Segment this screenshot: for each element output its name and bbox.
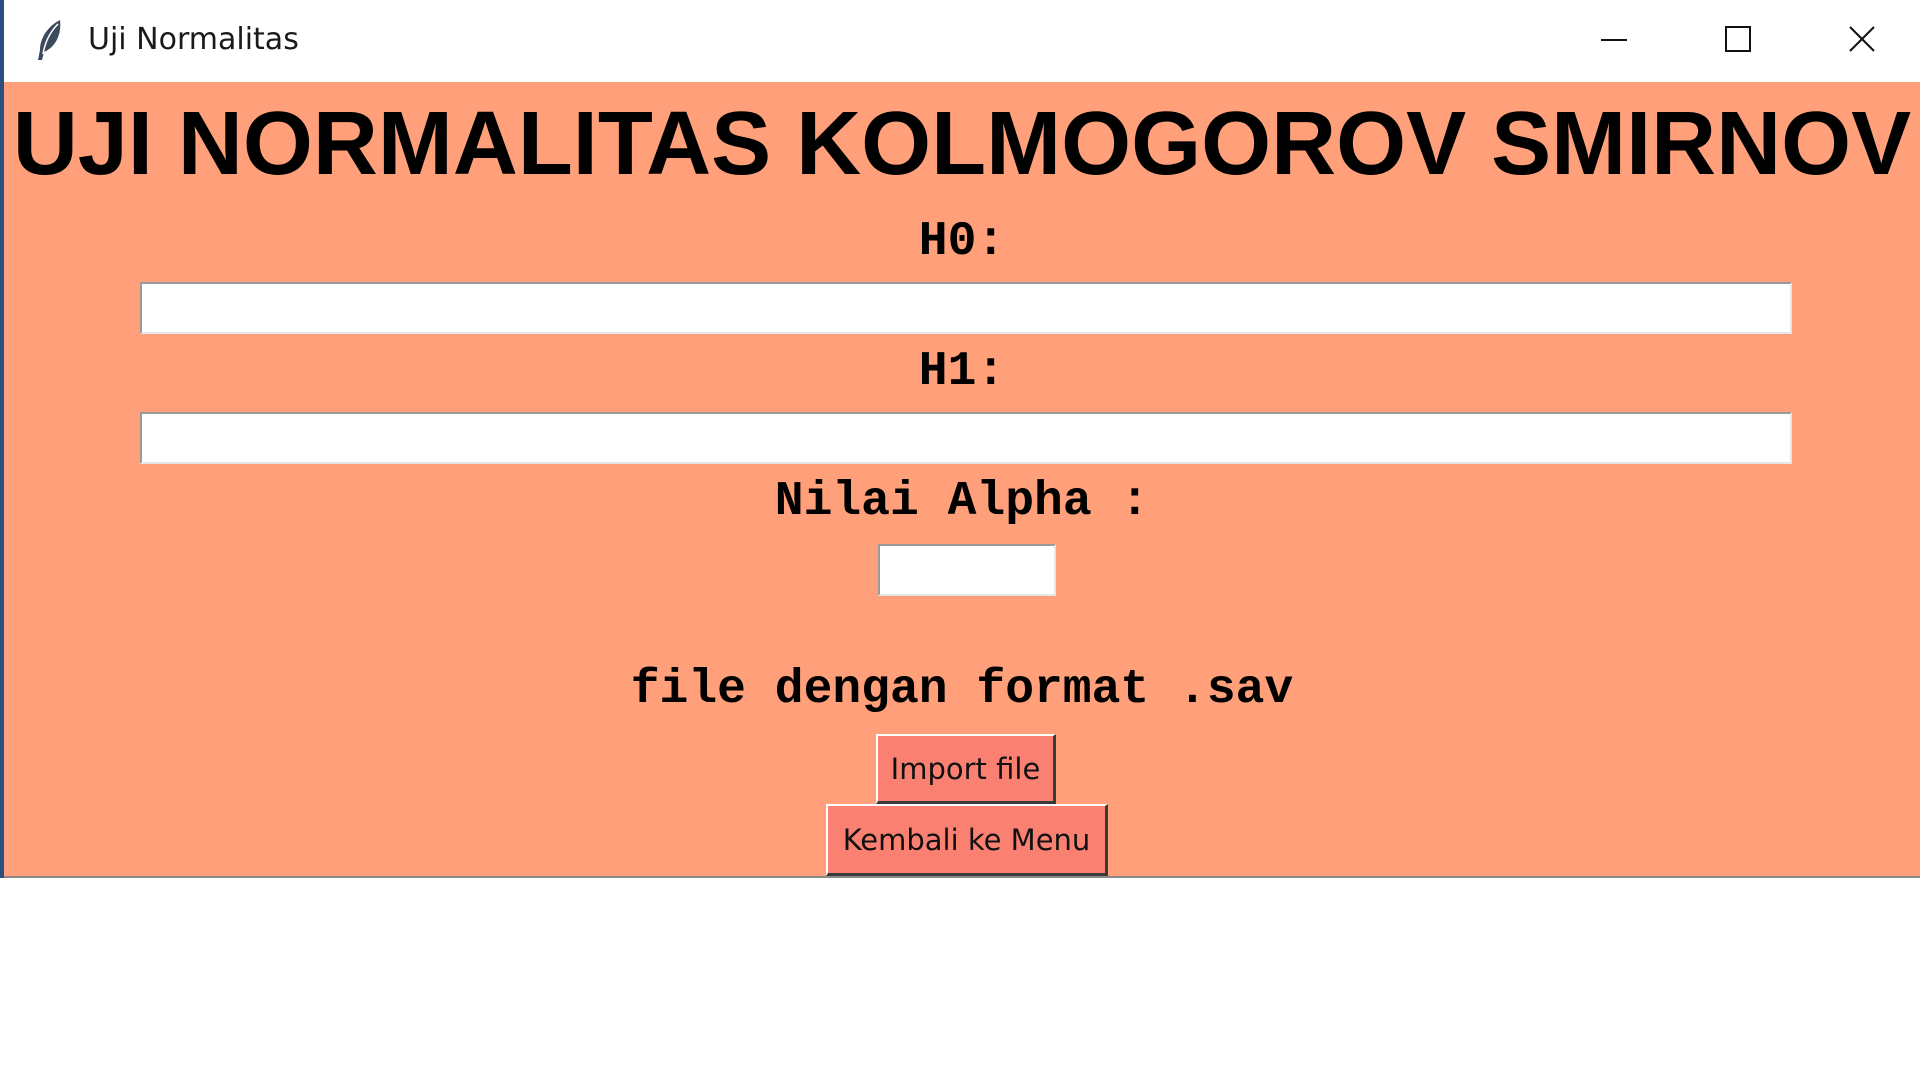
form-panel: UJI NORMALITAS KOLMOGOROV SMIRNOV H0: H1…: [4, 82, 1920, 878]
minimize-icon: [1601, 39, 1627, 41]
maximize-button[interactable]: [1708, 14, 1768, 64]
import-file-button[interactable]: Import file: [876, 734, 1056, 804]
back-to-menu-button[interactable]: Kembali ke Menu: [826, 804, 1108, 876]
h1-label: H1:: [918, 345, 1006, 399]
h1-input[interactable]: [140, 412, 1792, 464]
close-button[interactable]: [1832, 14, 1892, 64]
app-window: Uji Normalitas UJI NORMALITAS KOLMOGOROV…: [0, 0, 1920, 878]
h0-label: H0:: [918, 215, 1006, 269]
file-format-hint: file dengan format .sav: [630, 663, 1294, 717]
window-title: Uji Normalitas: [88, 22, 299, 57]
minimize-button[interactable]: [1584, 14, 1644, 64]
feather-icon: [34, 18, 66, 62]
close-icon: [1849, 26, 1875, 52]
alpha-label: Nilai Alpha :: [774, 475, 1150, 529]
page-title: UJI NORMALITAS KOLMOGOROV SMIRNOV: [12, 94, 1912, 194]
alpha-input[interactable]: [878, 544, 1056, 596]
title-bar[interactable]: Uji Normalitas: [4, 0, 1920, 82]
h0-input[interactable]: [140, 282, 1792, 334]
maximize-icon: [1725, 26, 1751, 52]
